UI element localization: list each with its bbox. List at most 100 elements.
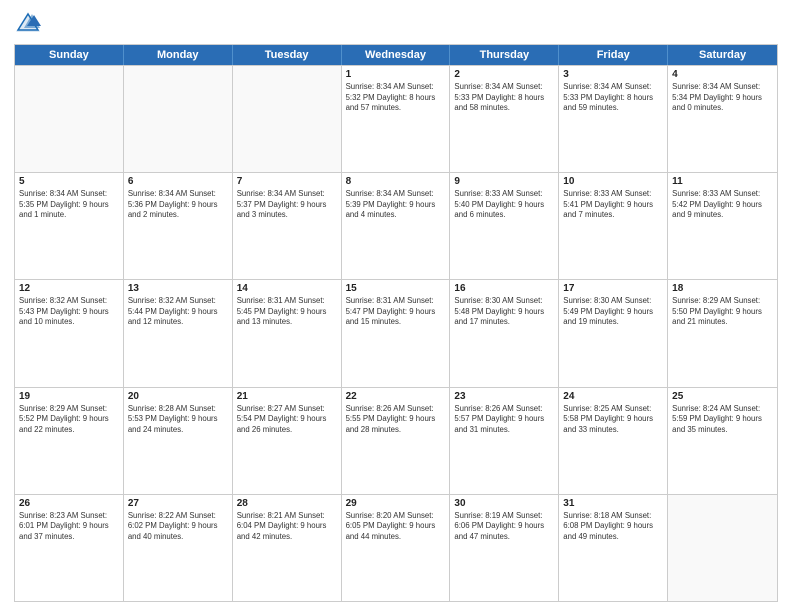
day-number: 19 xyxy=(19,391,119,402)
cell-text: Sunrise: 8:29 AM Sunset: 5:50 PM Dayligh… xyxy=(672,296,773,328)
header-day-friday: Friday xyxy=(559,45,668,65)
calendar-cell: 27 Sunrise: 8:22 AM Sunset: 6:02 PM Dayli… xyxy=(124,495,233,601)
calendar-cell: 15Sunrise: 8:31 AM Sunset: 5:47 PM Dayli… xyxy=(342,280,451,386)
calendar-row-3: 19 Sunrise: 8:29 AM Sunset: 5:52 PM Dayli… xyxy=(15,387,777,494)
calendar-cell: 25Sunrise: 8:24 AM Sunset: 5:59 PM Dayli… xyxy=(668,388,777,494)
cell-text: Sunrise: 8:32 AM Sunset: 5:44 PM Dayligh… xyxy=(128,296,228,328)
header-day-tuesday: Tuesday xyxy=(233,45,342,65)
day-number: 15 xyxy=(346,283,446,294)
day-number: 20 xyxy=(128,391,228,402)
calendar-cell: 22Sunrise: 8:26 AM Sunset: 5:55 PM Dayli… xyxy=(342,388,451,494)
cell-text: Sunrise: 8:34 AM Sunset: 5:35 PM Dayligh… xyxy=(19,189,119,221)
day-number: 3 xyxy=(563,69,663,80)
header-day-wednesday: Wednesday xyxy=(342,45,451,65)
calendar-cell: 24Sunrise: 8:25 AM Sunset: 5:58 PM Dayli… xyxy=(559,388,668,494)
calendar-cell xyxy=(15,66,124,172)
day-number: 13 xyxy=(128,283,228,294)
day-number: 22 xyxy=(346,391,446,402)
calendar-cell: 10Sunrise: 8:33 AM Sunset: 5:41 PM Dayli… xyxy=(559,173,668,279)
day-number: 7 xyxy=(237,176,337,187)
calendar-cell: 12 Sunrise: 8:32 AM Sunset: 5:43 PM Dayli… xyxy=(15,280,124,386)
calendar-header: SundayMondayTuesdayWednesdayThursdayFrid… xyxy=(15,45,777,65)
calendar-cell: 5 Sunrise: 8:34 AM Sunset: 5:35 PM Daylig… xyxy=(15,173,124,279)
header-day-thursday: Thursday xyxy=(450,45,559,65)
cell-text: Sunrise: 8:22 AM Sunset: 6:02 PM Dayligh… xyxy=(128,511,228,543)
day-number: 27 xyxy=(128,498,228,509)
cell-text: Sunrise: 8:34 AM Sunset: 5:36 PM Dayligh… xyxy=(128,189,228,221)
cell-text: Sunrise: 8:26 AM Sunset: 5:57 PM Dayligh… xyxy=(454,404,554,436)
day-number: 9 xyxy=(454,176,554,187)
calendar-cell: 31 Sunrise: 8:18 AM Sunset: 6:08 PM Dayli… xyxy=(559,495,668,601)
cell-text: Sunrise: 8:24 AM Sunset: 5:59 PM Dayligh… xyxy=(672,404,773,436)
header-day-sunday: Sunday xyxy=(15,45,124,65)
calendar-cell: 20 Sunrise: 8:28 AM Sunset: 5:53 PM Dayli… xyxy=(124,388,233,494)
cell-text: Sunrise: 8:32 AM Sunset: 5:43 PM Dayligh… xyxy=(19,296,119,328)
day-number: 29 xyxy=(346,498,446,509)
calendar-body: 1 Sunrise: 8:34 AM Sunset: 5:32 PM Daylig… xyxy=(15,65,777,601)
day-number: 31 xyxy=(563,498,663,509)
cell-text: Sunrise: 8:33 AM Sunset: 5:40 PM Dayligh… xyxy=(454,189,554,221)
cell-text: Sunrise: 8:21 AM Sunset: 6:04 PM Dayligh… xyxy=(237,511,337,543)
day-number: 16 xyxy=(454,283,554,294)
day-number: 26 xyxy=(19,498,119,509)
calendar-cell xyxy=(233,66,342,172)
cell-text: Sunrise: 8:30 AM Sunset: 5:48 PM Dayligh… xyxy=(454,296,554,328)
calendar-cell: 4 Sunrise: 8:34 AM Sunset: 5:34 PM Daylig… xyxy=(668,66,777,172)
calendar-cell: 9 Sunrise: 8:33 AM Sunset: 5:40 PM Daylig… xyxy=(450,173,559,279)
calendar-cell: 8Sunrise: 8:34 AM Sunset: 5:39 PM Daylig… xyxy=(342,173,451,279)
calendar-cell: 23 Sunrise: 8:26 AM Sunset: 5:57 PM Dayli… xyxy=(450,388,559,494)
calendar-row-0: 1 Sunrise: 8:34 AM Sunset: 5:32 PM Daylig… xyxy=(15,65,777,172)
calendar-cell: 19 Sunrise: 8:29 AM Sunset: 5:52 PM Dayli… xyxy=(15,388,124,494)
day-number: 6 xyxy=(128,176,228,187)
day-number: 4 xyxy=(672,69,773,80)
calendar-row-1: 5 Sunrise: 8:34 AM Sunset: 5:35 PM Daylig… xyxy=(15,172,777,279)
day-number: 23 xyxy=(454,391,554,402)
cell-text: Sunrise: 8:28 AM Sunset: 5:53 PM Dayligh… xyxy=(128,404,228,436)
day-number: 11 xyxy=(672,176,773,187)
day-number: 14 xyxy=(237,283,337,294)
logo xyxy=(14,10,46,38)
calendar-cell: 1 Sunrise: 8:34 AM Sunset: 5:32 PM Daylig… xyxy=(342,66,451,172)
calendar-cell xyxy=(124,66,233,172)
cell-text: Sunrise: 8:34 AM Sunset: 5:34 PM Dayligh… xyxy=(672,82,773,114)
day-number: 12 xyxy=(19,283,119,294)
calendar-cell: 18 Sunrise: 8:29 AM Sunset: 5:50 PM Dayli… xyxy=(668,280,777,386)
calendar-cell xyxy=(668,495,777,601)
cell-text: Sunrise: 8:34 AM Sunset: 5:32 PM Dayligh… xyxy=(346,82,446,114)
page-header xyxy=(14,10,778,38)
cell-text: Sunrise: 8:34 AM Sunset: 5:37 PM Dayligh… xyxy=(237,189,337,221)
header-day-saturday: Saturday xyxy=(668,45,777,65)
cell-text: Sunrise: 8:29 AM Sunset: 5:52 PM Dayligh… xyxy=(19,404,119,436)
day-number: 2 xyxy=(454,69,554,80)
logo-icon xyxy=(14,10,42,38)
calendar-cell: 28 Sunrise: 8:21 AM Sunset: 6:04 PM Dayli… xyxy=(233,495,342,601)
calendar-cell: 16 Sunrise: 8:30 AM Sunset: 5:48 PM Dayli… xyxy=(450,280,559,386)
cell-text: Sunrise: 8:34 AM Sunset: 5:33 PM Dayligh… xyxy=(563,82,663,114)
day-number: 18 xyxy=(672,283,773,294)
cell-text: Sunrise: 8:23 AM Sunset: 6:01 PM Dayligh… xyxy=(19,511,119,543)
calendar-cell: 6 Sunrise: 8:34 AM Sunset: 5:36 PM Daylig… xyxy=(124,173,233,279)
calendar: SundayMondayTuesdayWednesdayThursdayFrid… xyxy=(14,44,778,602)
calendar-row-4: 26 Sunrise: 8:23 AM Sunset: 6:01 PM Dayli… xyxy=(15,494,777,601)
day-number: 17 xyxy=(563,283,663,294)
day-number: 8 xyxy=(346,176,446,187)
day-number: 28 xyxy=(237,498,337,509)
cell-text: Sunrise: 8:30 AM Sunset: 5:49 PM Dayligh… xyxy=(563,296,663,328)
cell-text: Sunrise: 8:20 AM Sunset: 6:05 PM Dayligh… xyxy=(346,511,446,543)
calendar-cell: 30Sunrise: 8:19 AM Sunset: 6:06 PM Dayli… xyxy=(450,495,559,601)
calendar-cell: 14 Sunrise: 8:31 AM Sunset: 5:45 PM Dayli… xyxy=(233,280,342,386)
calendar-cell: 2Sunrise: 8:34 AM Sunset: 5:33 PM Daylig… xyxy=(450,66,559,172)
cell-text: Sunrise: 8:31 AM Sunset: 5:45 PM Dayligh… xyxy=(237,296,337,328)
calendar-cell: 21 Sunrise: 8:27 AM Sunset: 5:54 PM Dayli… xyxy=(233,388,342,494)
cell-text: Sunrise: 8:27 AM Sunset: 5:54 PM Dayligh… xyxy=(237,404,337,436)
calendar-cell: 17 Sunrise: 8:30 AM Sunset: 5:49 PM Dayli… xyxy=(559,280,668,386)
calendar-row-2: 12 Sunrise: 8:32 AM Sunset: 5:43 PM Dayli… xyxy=(15,279,777,386)
cell-text: Sunrise: 8:33 AM Sunset: 5:42 PM Dayligh… xyxy=(672,189,773,221)
cell-text: Sunrise: 8:33 AM Sunset: 5:41 PM Dayligh… xyxy=(563,189,663,221)
day-number: 1 xyxy=(346,69,446,80)
day-number: 21 xyxy=(237,391,337,402)
header-day-monday: Monday xyxy=(124,45,233,65)
day-number: 30 xyxy=(454,498,554,509)
day-number: 5 xyxy=(19,176,119,187)
cell-text: Sunrise: 8:18 AM Sunset: 6:08 PM Dayligh… xyxy=(563,511,663,543)
